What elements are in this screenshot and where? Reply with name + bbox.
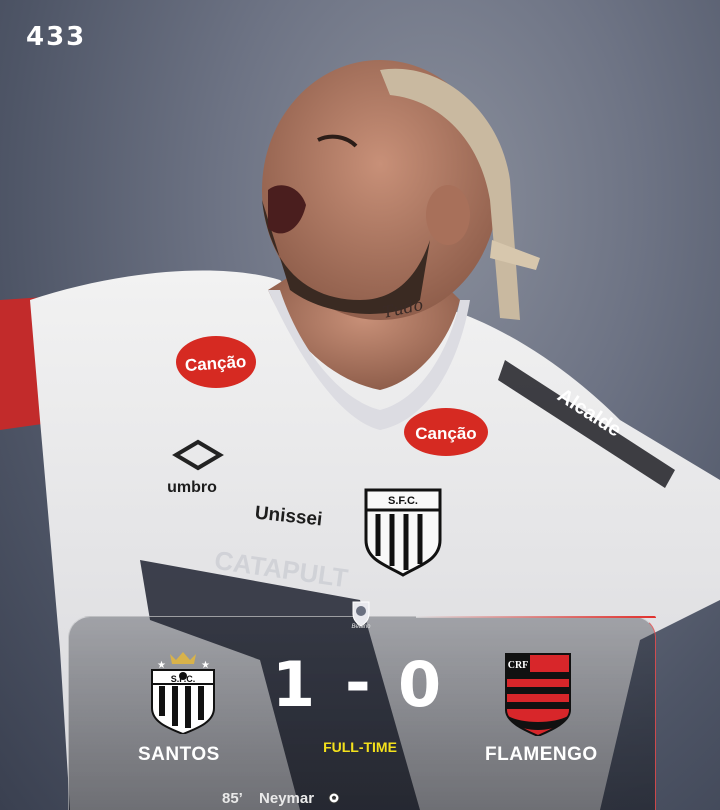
shirt-kit-maker: umbro [167,479,217,496]
shirt-sponsor-chest: Canção [415,424,476,443]
football-icon [328,792,340,804]
flamengo-crest-text: CRF [508,660,529,671]
league-name: Betano [351,624,371,630]
santos-crest-text: S.F.C. [171,674,196,684]
home-score: 1 [272,648,316,721]
post-image: Tudo Canção Canção umbro Unissei S.F.C. … [0,0,720,810]
santos-crest-icon: ★ ★ S.F.C. [151,652,215,734]
goal-minute: 85’ [222,790,243,807]
goal-scorer-line: 85’ Neymar [222,790,340,807]
goal-player: Neymar [259,790,315,807]
home-team-name: SANTOS [138,744,220,765]
away-team-name: FLAMENGO [485,744,598,765]
match-status: FULL-TIME [323,739,397,755]
flamengo-crest-icon: CRF [505,653,571,736]
away-score: 0 [398,648,442,721]
brand-logo: 433 [26,22,87,52]
score-separator: - [345,646,371,719]
shirt-crest-text: S.F.C. [388,495,418,507]
